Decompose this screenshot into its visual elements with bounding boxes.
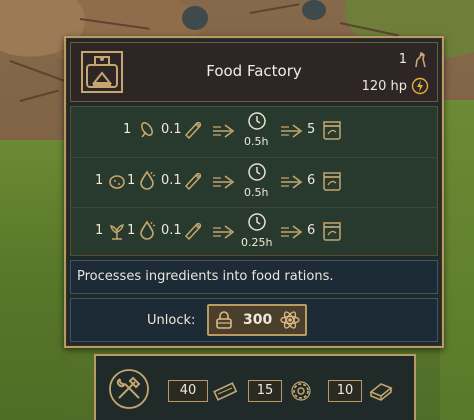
arrow-right-icon	[281, 124, 303, 138]
output-qty: 5	[307, 122, 316, 137]
output-qty: 6	[307, 223, 316, 238]
cost-parts: 15	[248, 380, 320, 404]
input-qty: 1	[95, 223, 104, 238]
arrow-right-icon	[213, 124, 235, 138]
energy-icon	[411, 77, 429, 95]
recipe-row: 1 0.1 0.5h 5	[71, 107, 437, 155]
wood-log-icon	[184, 121, 202, 139]
cost-qty: 40	[168, 380, 208, 402]
food-ration-jar-icon	[323, 172, 341, 191]
input-qty: 1	[127, 223, 136, 238]
arrow-right-icon	[213, 225, 235, 239]
unlock-section: Unlock: 300	[70, 298, 438, 342]
craft-time: 0.5h	[244, 135, 269, 148]
build-tools-icon[interactable]	[108, 368, 150, 410]
hit-points: 120 hp	[361, 79, 407, 94]
herb-icon	[110, 223, 124, 240]
worker-icon	[415, 51, 426, 68]
building-title: Food Factory	[206, 62, 302, 80]
wood-log-icon	[184, 172, 202, 190]
build-cost-bar: 40 15 10	[94, 354, 416, 420]
recipe-row: 1 1 0.1 0.25h 6	[71, 207, 437, 256]
water-drop-icon	[140, 220, 156, 240]
unlock-label: Unlock:	[147, 313, 196, 328]
wood-plank-icon	[213, 382, 238, 401]
food-ration-jar-icon	[323, 121, 341, 140]
recipe-row: 1 1 0.1 0.5h 6	[71, 157, 437, 206]
grass-area-right	[440, 100, 474, 420]
craft-time: 0.25h	[241, 236, 273, 249]
fuel-qty: 0.1	[161, 223, 182, 238]
cost-wood: 40	[168, 380, 240, 404]
gear-icon	[291, 381, 311, 401]
unlock-button[interactable]: 300	[207, 304, 307, 336]
rock	[302, 0, 326, 20]
panel-header: Food Factory 1 120 hp	[70, 42, 438, 102]
output-qty: 6	[307, 173, 316, 188]
fuel-qty: 0.1	[161, 173, 182, 188]
metal-plate-icon	[369, 383, 393, 401]
unlock-cost: 300	[243, 312, 273, 328]
input-qty: 1	[95, 173, 104, 188]
arrow-right-icon	[213, 175, 235, 189]
clock-icon	[248, 163, 266, 181]
building-description: Processes ingredients into food rations.	[77, 269, 334, 284]
input-qty: 1	[127, 173, 136, 188]
cost-metal: 10	[328, 380, 400, 404]
grass-area-left	[0, 140, 70, 420]
craft-time: 0.5h	[244, 186, 269, 199]
recipe-list: 1 0.1 0.5h 5 1 1 0.1 0.5h 6 1 1 0.1 0.25…	[70, 106, 438, 256]
worker-count: 1	[398, 52, 407, 67]
arrow-right-icon	[281, 175, 303, 189]
research-atom-icon	[280, 311, 300, 329]
cost-qty: 15	[248, 380, 282, 402]
water-drop-icon	[140, 170, 156, 190]
description-box: Processes ingredients into food rations.	[70, 260, 438, 294]
potato-icon	[109, 175, 125, 189]
clock-icon	[248, 112, 266, 130]
cost-qty: 10	[328, 380, 362, 402]
food-ration-jar-icon	[323, 222, 341, 241]
grain-icon	[141, 122, 153, 138]
arrow-right-icon	[281, 225, 303, 239]
building-info-panel: Food Factory 1 120 hp 1 0.1 0.5h 5 1 1 0…	[64, 36, 444, 348]
clock-icon	[248, 213, 266, 231]
fuel-qty: 0.1	[161, 122, 182, 137]
rock	[182, 6, 208, 30]
wood-log-icon	[184, 222, 202, 240]
lock-icon	[216, 311, 232, 329]
input-qty: 1	[123, 122, 132, 137]
